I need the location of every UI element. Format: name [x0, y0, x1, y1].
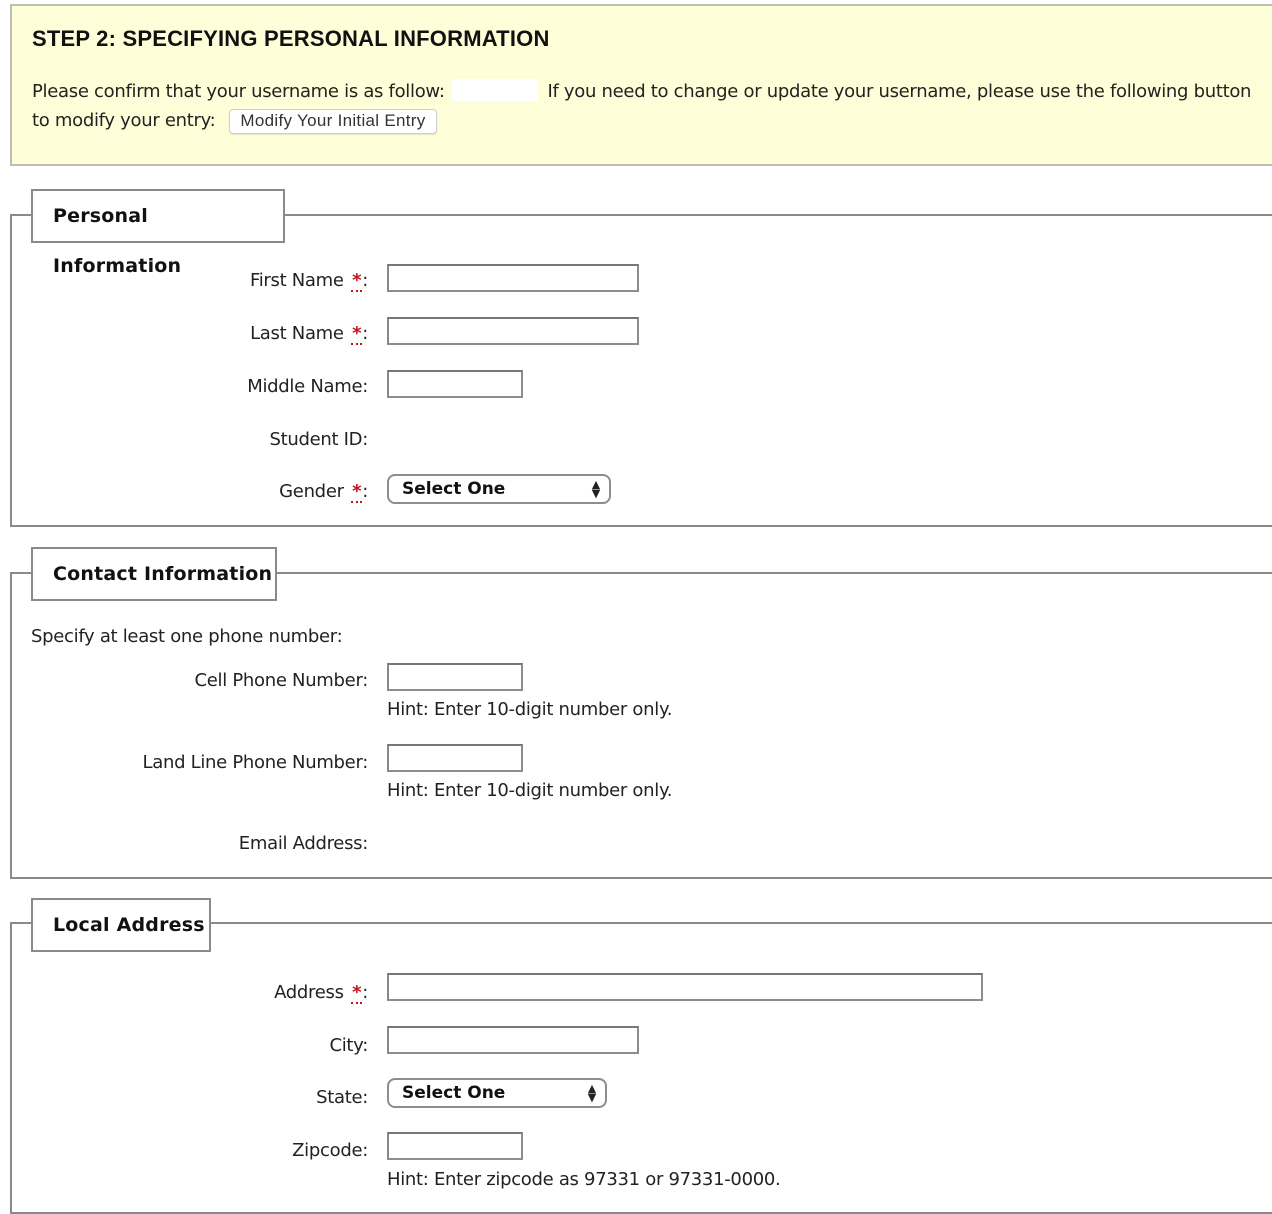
local-address-legend: Local Address	[31, 898, 211, 952]
personal-information-legend: Personal Information	[31, 189, 285, 277]
student-id-label: Student ID:	[269, 429, 368, 450]
personal-information-fieldset	[10, 214, 1272, 527]
middle-name-input[interactable]	[387, 370, 523, 398]
first-name-input[interactable]	[387, 264, 639, 292]
email-address-label: Email Address:	[238, 833, 369, 854]
city-label: City:	[329, 1035, 368, 1056]
username-display	[452, 79, 539, 101]
required-asterisk: *	[351, 481, 363, 503]
address-input[interactable]	[387, 973, 983, 1001]
gender-select[interactable]: Select One ▲ ▼	[387, 474, 611, 504]
select-arrows-icon: ▲ ▼	[587, 1082, 597, 1104]
city-input[interactable]	[387, 1026, 639, 1054]
cell-phone-label: Cell Phone Number:	[194, 670, 368, 691]
land-line-hint: Hint: Enter 10-digit number only.	[387, 780, 673, 801]
username-confirm-text: Please confirm that your username is as …	[32, 79, 1251, 102]
cell-phone-input[interactable]	[387, 663, 523, 691]
phone-requirement-text: Specify at least one phone number:	[31, 626, 343, 647]
required-asterisk: *	[351, 982, 363, 1004]
middle-name-label: Middle Name:	[247, 376, 368, 397]
state-label: State:	[316, 1087, 368, 1108]
last-name-label: Last Name *:	[250, 323, 368, 345]
required-asterisk: *	[351, 270, 363, 292]
cell-phone-hint: Hint: Enter 10-digit number only.	[387, 699, 673, 720]
land-line-input[interactable]	[387, 744, 523, 772]
modify-entry-row: to modify your entry: Modify Your Initial…	[32, 109, 437, 134]
confirm-prefix: Please confirm that your username is as …	[32, 81, 445, 102]
step-title: STEP 2: SPECIFYING PERSONAL INFORMATION	[32, 26, 550, 51]
last-name-input[interactable]	[387, 317, 639, 345]
zipcode-hint: Hint: Enter zipcode as 97331 or 97331-00…	[387, 1169, 781, 1190]
email-address-value	[387, 826, 627, 860]
state-select[interactable]: Select One ▲ ▼	[387, 1078, 607, 1108]
contact-information-legend: Contact Information	[31, 547, 277, 601]
first-name-label: First Name *:	[249, 270, 368, 292]
gender-label: Gender *:	[279, 481, 368, 503]
zipcode-label: Zipcode:	[292, 1140, 368, 1161]
confirm-suffix: If you need to change or update your use…	[547, 81, 1252, 102]
modify-initial-entry-button[interactable]: Modify Your Initial Entry	[229, 109, 437, 134]
state-selected-value: Select One	[402, 1083, 506, 1103]
zipcode-input[interactable]	[387, 1132, 523, 1160]
gender-selected-value: Select One	[402, 479, 506, 499]
modify-prefix: to modify your entry:	[32, 110, 216, 131]
address-label: Address *:	[274, 982, 368, 1004]
select-arrows-icon: ▲ ▼	[591, 478, 601, 500]
required-asterisk: *	[351, 323, 363, 345]
student-id-value	[387, 422, 539, 456]
land-line-label: Land Line Phone Number:	[142, 752, 369, 773]
contact-information-fieldset	[10, 572, 1272, 879]
